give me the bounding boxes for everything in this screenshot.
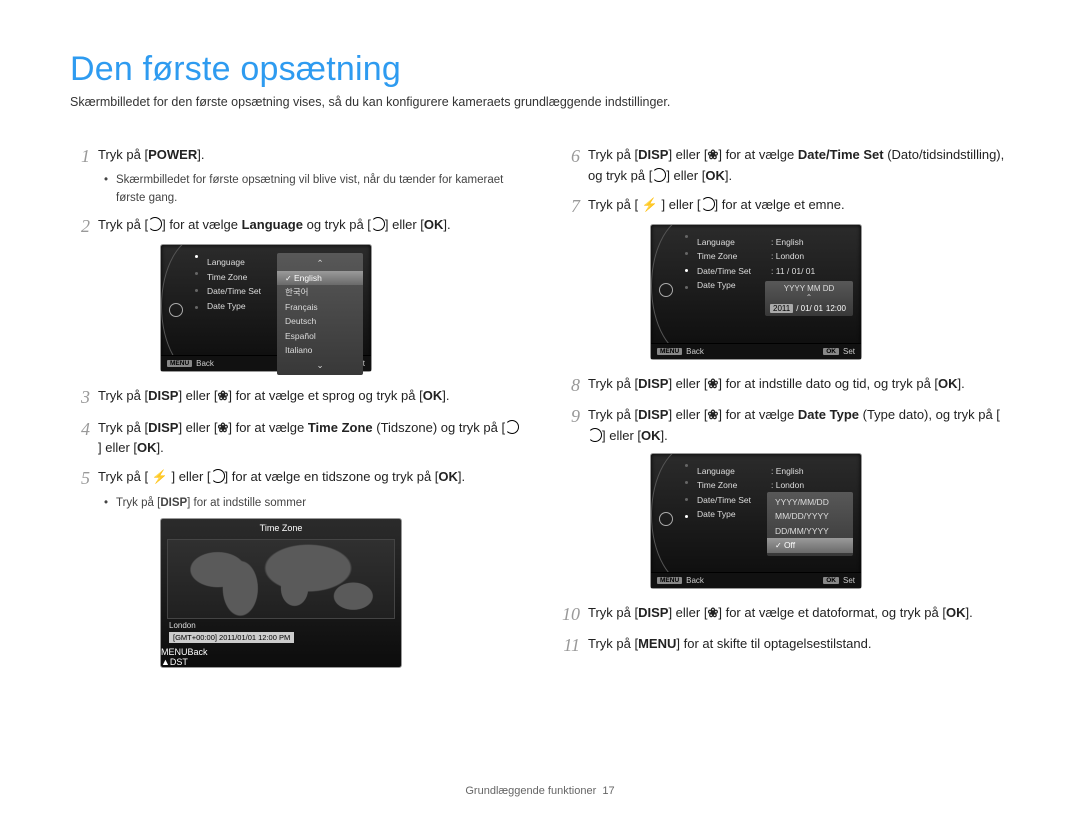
page-title: Den første opsætning	[70, 50, 1010, 89]
world-map	[167, 539, 395, 619]
timer-icon	[588, 428, 602, 442]
date-editor[interactable]: YYYY MM DD ⌃ 2011 / 01/ 01 12:00	[765, 281, 853, 316]
step-3: 3 Tryk på [DISP] eller [❀] for at vælge …	[70, 386, 520, 409]
flash-icon: ⚡	[642, 197, 658, 212]
timer-icon	[701, 197, 715, 211]
macro-icon: ❀	[707, 407, 718, 422]
step-5: 5 Tryk på [ ⚡ ] eller [] for at vælge en…	[70, 467, 520, 490]
menu-button[interactable]: MENU	[657, 348, 682, 355]
step-8: 8 Tryk på [DISP] eller [❀] for at indsti…	[560, 374, 1010, 397]
gear-icon	[659, 512, 673, 526]
intro-text: Skærmbilledet for den første opsætning v…	[70, 95, 1010, 109]
up-button[interactable]: ▲	[161, 657, 170, 667]
menu-button[interactable]: MENU	[657, 577, 682, 584]
menu-button[interactable]: MENU	[161, 647, 188, 657]
macro-icon: ❀	[217, 420, 228, 435]
macro-icon: ❀	[707, 605, 718, 620]
ok-button[interactable]: OK	[823, 577, 839, 584]
ok-label: OK	[424, 217, 444, 232]
tz-city: London	[161, 621, 401, 632]
language-options[interactable]: ⌃ English 한국어 Français Deutsch Español I…	[277, 253, 363, 375]
step-7: 7 Tryk på [ ⚡ ] eller [] for at vælge et…	[560, 195, 1010, 218]
gear-icon	[659, 283, 673, 297]
menu-label: MENU	[638, 636, 676, 651]
tz-datetime: [GMT+00:00] 2011/01/01 12:00 PM	[169, 632, 294, 643]
step-2: 2 Tryk på [] for at vælge Language og tr…	[70, 215, 520, 238]
step-9: 9 Tryk på [DISP] eller [❀] for at vælge …	[560, 405, 1010, 447]
datetype-screen: Language Time Zone Date/Time Set Date Ty…	[650, 453, 862, 589]
step-1-note: Skærmbilledet for første opsætning vil b…	[104, 172, 520, 207]
power-label: POWER	[148, 147, 197, 162]
menu-button[interactable]: MENU	[167, 360, 192, 367]
ok-button[interactable]: OK	[823, 348, 839, 355]
left-column: 1 Tryk på [POWER]. Skærmbilledet for før…	[70, 137, 520, 682]
timer-icon	[371, 217, 385, 231]
step-1: 1 Tryk på [POWER].	[70, 145, 520, 168]
language-screen: Language Time Zone Date/Time Set Date Ty…	[160, 244, 372, 372]
macro-icon: ❀	[707, 147, 718, 162]
datetype-options[interactable]: YYYY/MM/DD MM/DD/YYYY DD/MM/YYYY Off	[767, 492, 853, 556]
step-11: 11 Tryk på [MENU] for at skifte til opta…	[560, 634, 1010, 657]
macro-icon: ❀	[217, 388, 228, 403]
timezone-screen: Time Zone London [GMT+00:00] 2011/01/01 …	[160, 518, 402, 668]
timer-icon	[211, 469, 225, 483]
timer-icon	[148, 217, 162, 231]
step-4: 4 Tryk på [DISP] eller [❀] for at vælge …	[70, 418, 520, 460]
macro-icon: ❀	[707, 376, 718, 391]
step-10: 10 Tryk på [DISP] eller [❀] for at vælge…	[560, 603, 1010, 626]
settings-menu: Language Time Zone Date/Time Set Date Ty…	[207, 255, 261, 313]
step-5-note: Tryk på [DISP] for at indstille sommer	[104, 495, 520, 512]
datetime-screen: Language Time Zone Date/Time Set Date Ty…	[650, 224, 862, 360]
step-6: 6 Tryk på [DISP] eller [❀] for at vælge …	[560, 145, 1010, 187]
right-column: 6 Tryk på [DISP] eller [❀] for at vælge …	[560, 137, 1010, 682]
page-footer: Grundlæggende funktioner 17	[0, 785, 1080, 797]
flash-icon: ⚡	[152, 469, 168, 484]
timer-icon	[505, 420, 519, 434]
timer-icon	[652, 168, 666, 182]
